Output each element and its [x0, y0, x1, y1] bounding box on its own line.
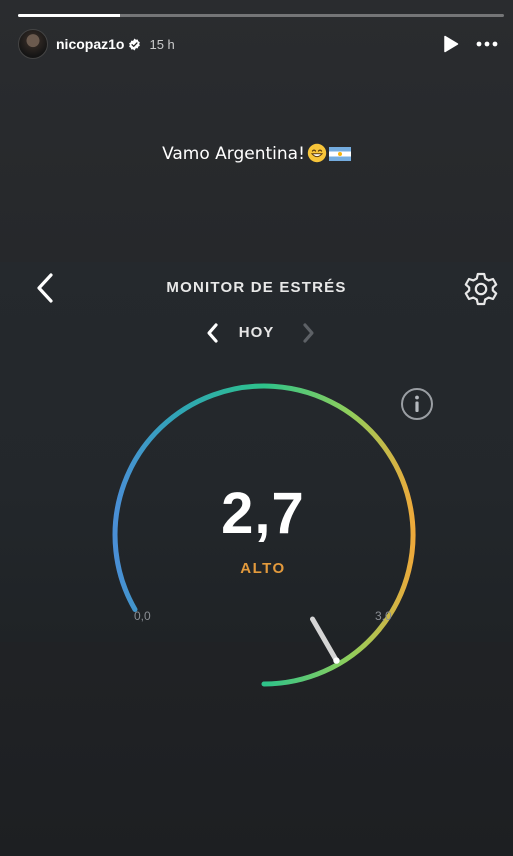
gauge-needle-tip — [333, 657, 340, 664]
more-horizontal-icon — [476, 41, 498, 47]
gauge-min-label: 0,0 — [134, 609, 151, 623]
stress-value: 2,7 — [221, 481, 305, 546]
play-button[interactable] — [439, 32, 463, 56]
next-day-button[interactable] — [298, 322, 318, 344]
story-header: nicopaz1o 15 h — [18, 28, 499, 60]
info-icon[interactable] — [400, 387, 434, 421]
gear-icon[interactable] — [462, 270, 500, 308]
more-options-button[interactable] — [475, 32, 499, 56]
grinning-face-emoji — [307, 143, 327, 163]
story-progress-bar — [18, 14, 504, 17]
username[interactable]: nicopaz1o — [56, 36, 124, 52]
caption-text: Vamo Argentina! — [162, 144, 305, 164]
screen-title: MONITOR DE ESTRÉS — [166, 279, 347, 296]
day-label: HOY — [238, 324, 275, 341]
story-progress-fill — [18, 14, 121, 17]
post-time: 15 h — [149, 36, 175, 52]
story-caption: Vamo Argentina! — [0, 143, 513, 164]
play-icon — [444, 35, 459, 53]
gauge-max-label: 3,0 — [375, 609, 392, 623]
app-screenshot-panel — [0, 262, 513, 642]
stress-level: ALTO — [240, 560, 286, 577]
avatar[interactable] — [18, 29, 48, 59]
day-navigator: HOY — [0, 320, 513, 346]
argentina-flag-emoji — [328, 147, 351, 161]
verified-badge-icon — [128, 38, 141, 51]
story-viewer: nicopaz1o 15 h Vamo Argentina! MONITOR D… — [0, 0, 513, 856]
